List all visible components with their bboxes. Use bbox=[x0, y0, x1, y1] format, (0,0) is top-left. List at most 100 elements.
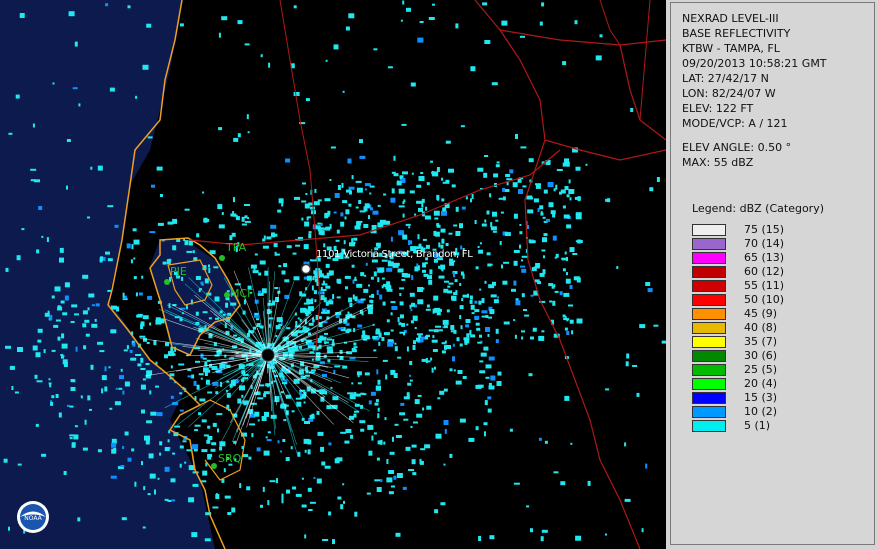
echo-cell bbox=[192, 250, 195, 254]
echo-cell bbox=[521, 336, 524, 340]
echo-cell bbox=[491, 82, 498, 86]
echo-cell bbox=[133, 239, 140, 245]
echo-cell bbox=[630, 108, 634, 112]
echo-cell bbox=[471, 312, 475, 315]
echo-cell bbox=[202, 311, 208, 314]
echo-cell bbox=[513, 482, 520, 485]
echo-cell bbox=[399, 177, 402, 180]
echo-cell bbox=[541, 2, 545, 7]
echo-cell bbox=[554, 290, 559, 293]
echo-cell bbox=[121, 517, 127, 521]
echo-cell bbox=[307, 487, 312, 492]
echo-cell bbox=[241, 216, 245, 222]
echo-cell bbox=[237, 20, 243, 25]
echo-cell bbox=[451, 260, 456, 263]
tpa-marker bbox=[219, 255, 225, 261]
echo-cell bbox=[95, 303, 100, 307]
echo-cell bbox=[321, 461, 326, 466]
echo-cell bbox=[323, 275, 330, 279]
echo-cell bbox=[512, 182, 518, 188]
echo-cell bbox=[377, 379, 381, 385]
echo-cell bbox=[443, 325, 448, 329]
legend-swatch bbox=[692, 350, 726, 362]
echo-cell bbox=[360, 392, 365, 395]
echo-cell bbox=[526, 195, 533, 200]
echo-cell bbox=[477, 384, 484, 388]
echo-cell bbox=[393, 173, 399, 177]
echo-cell bbox=[460, 125, 465, 128]
echo-cell bbox=[359, 155, 366, 159]
legend-swatch bbox=[692, 378, 726, 390]
echo-cell bbox=[495, 219, 499, 222]
echo-cell bbox=[358, 200, 362, 204]
echo-cell bbox=[376, 337, 380, 340]
echo-cell bbox=[566, 331, 570, 335]
echo-cell bbox=[439, 390, 445, 395]
echo-cell bbox=[468, 437, 475, 442]
echo-cell bbox=[577, 239, 582, 244]
echo-cell bbox=[254, 313, 258, 315]
echo-cell bbox=[38, 206, 43, 210]
echo-cell bbox=[474, 300, 478, 304]
echo-cell bbox=[265, 436, 268, 439]
echo-cell bbox=[306, 275, 312, 281]
echo-cell bbox=[19, 13, 25, 18]
echo-cell bbox=[165, 342, 169, 347]
echo-cell bbox=[191, 532, 198, 538]
echo-cell bbox=[406, 323, 409, 326]
echo-cell bbox=[409, 379, 413, 382]
echo-cell bbox=[320, 289, 327, 291]
legend-swatch bbox=[692, 322, 726, 334]
echo-cell bbox=[201, 419, 207, 423]
echo-cell bbox=[146, 23, 152, 28]
radar-map[interactable]: TPA PIE MCF SRQ 1101 Victoria Street, Br… bbox=[0, 0, 666, 549]
map-canvas bbox=[0, 0, 666, 549]
echo-cell bbox=[281, 201, 284, 207]
echo-cell bbox=[60, 300, 65, 304]
echo-cell bbox=[445, 179, 450, 184]
echo-cell bbox=[477, 246, 480, 248]
echo-cell bbox=[200, 353, 204, 359]
echo-cell bbox=[521, 293, 525, 298]
echo-cell bbox=[192, 444, 199, 450]
echo-cell bbox=[479, 370, 486, 374]
echo-cell bbox=[411, 172, 414, 175]
echo-cell bbox=[80, 395, 83, 399]
echo-cell bbox=[89, 408, 92, 411]
echo-cell bbox=[410, 309, 413, 312]
echo-cell bbox=[364, 183, 371, 187]
echo-cell bbox=[208, 264, 210, 268]
echo-cell bbox=[202, 191, 205, 194]
echo-cell bbox=[55, 319, 61, 322]
echo-cell bbox=[364, 188, 367, 191]
echo-cell bbox=[373, 48, 378, 51]
echo-cell bbox=[172, 245, 177, 251]
legend-label: 25 (5) bbox=[744, 363, 778, 376]
echo-cell bbox=[391, 306, 398, 310]
echo-cell bbox=[138, 292, 143, 296]
echo-cell bbox=[374, 402, 379, 406]
echo-cell bbox=[438, 265, 441, 269]
echo-cell bbox=[304, 221, 310, 227]
echo-cell bbox=[460, 325, 463, 330]
echo-cell bbox=[527, 209, 534, 214]
echo-cell bbox=[639, 324, 646, 329]
echo-cell bbox=[347, 158, 352, 164]
echo-cell bbox=[488, 382, 492, 388]
echo-cell bbox=[366, 492, 371, 495]
echo-cell bbox=[227, 512, 232, 515]
echo-cell bbox=[607, 198, 611, 203]
echo-cell bbox=[34, 374, 38, 379]
echo-cell bbox=[564, 316, 567, 320]
echo-cell bbox=[196, 233, 200, 238]
info-elev-angle: ELEV ANGLE: 0.50 ° bbox=[682, 141, 792, 154]
echo-cell bbox=[552, 300, 556, 306]
echo-cell bbox=[453, 369, 456, 372]
echo-cell bbox=[218, 127, 223, 131]
echo-cell bbox=[399, 412, 406, 416]
echo-cell bbox=[522, 185, 527, 188]
echo-cell bbox=[481, 310, 488, 314]
echo-cell bbox=[431, 339, 438, 343]
echo-cell bbox=[293, 92, 300, 96]
noaa-logo-text: NOAA bbox=[24, 515, 42, 522]
